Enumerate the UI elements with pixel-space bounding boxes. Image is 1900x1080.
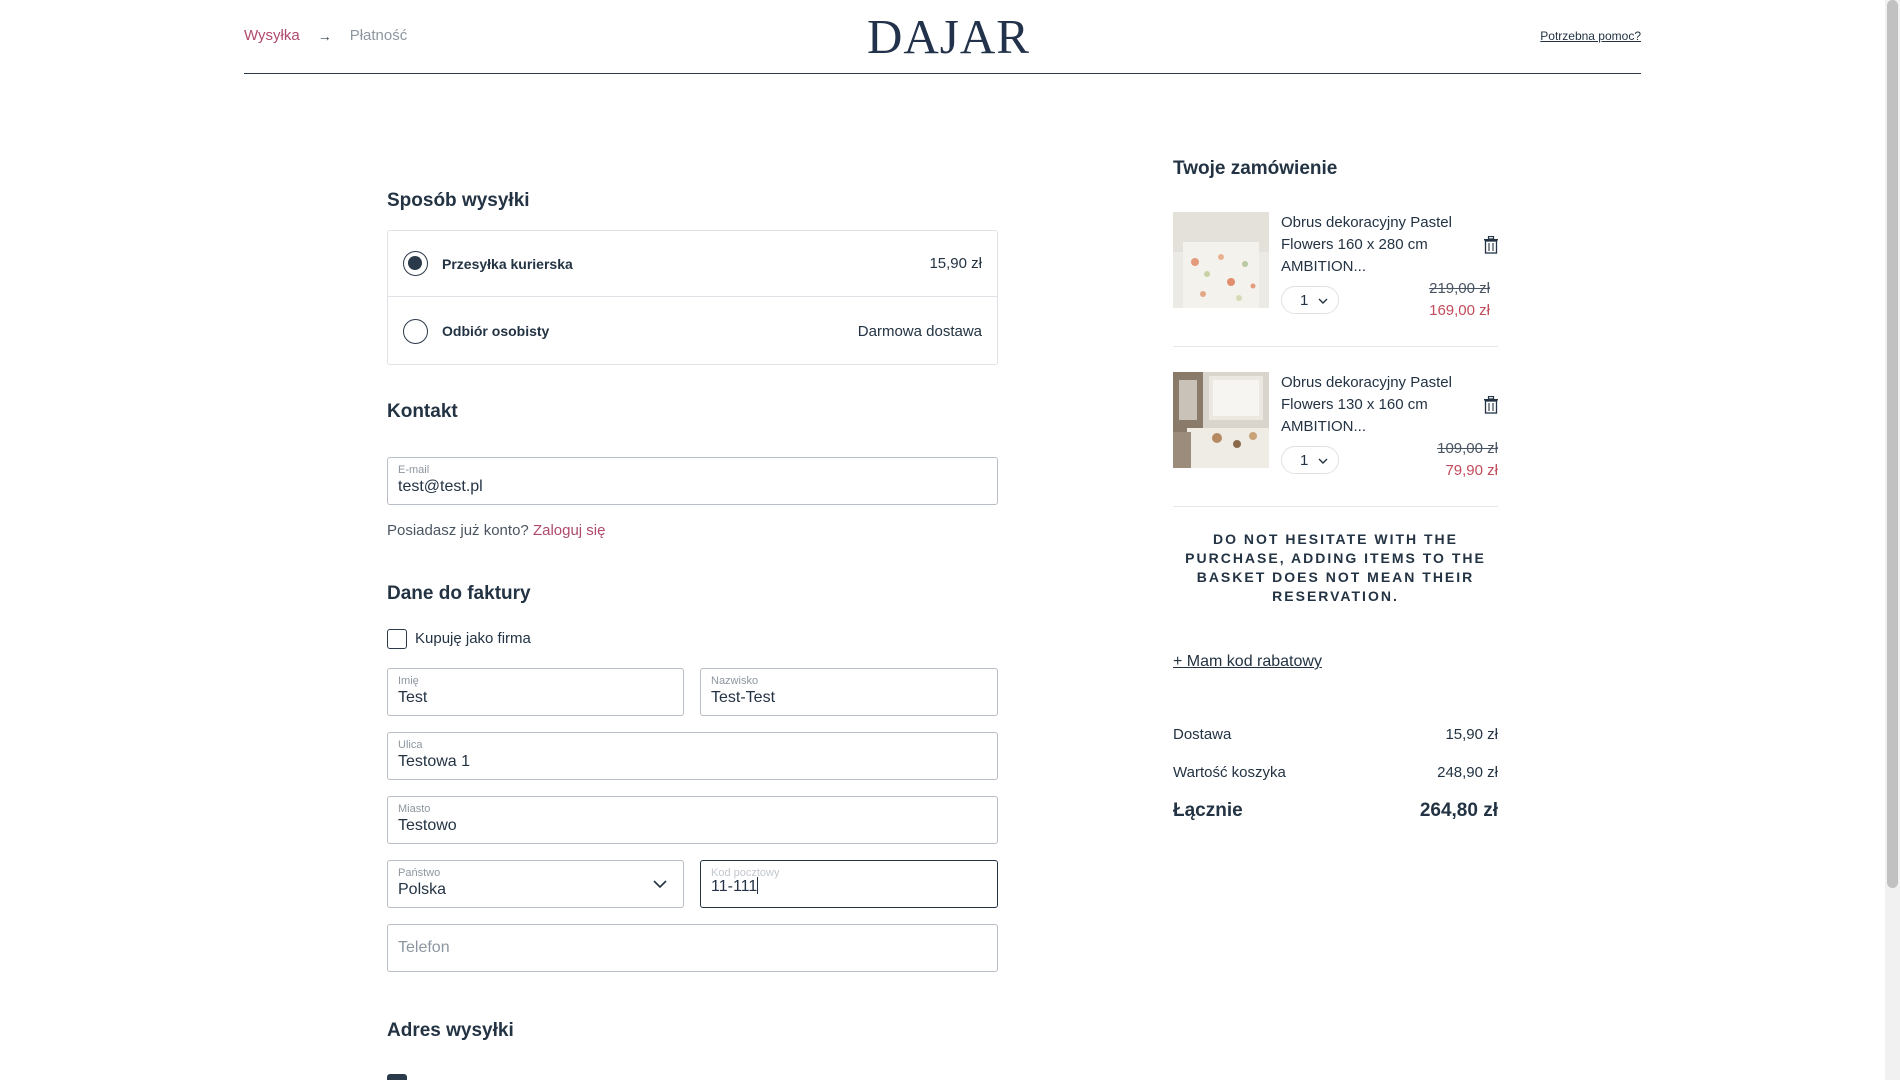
email-value: test@test.pl [398, 478, 483, 495]
street-field[interactable]: Ulica Testowa 1 [387, 732, 998, 780]
first-name-field[interactable]: Imię Test [387, 668, 684, 716]
login-link[interactable]: Zaloguj się [533, 522, 606, 539]
product-image[interactable] [1173, 212, 1269, 308]
city-value: Testowo [398, 817, 457, 834]
shipping-option-courier[interactable]: Przesyłka kurierska 15,90 zł [388, 231, 997, 297]
arrow-right-icon: → [317, 27, 332, 44]
country-value: Polska [398, 881, 447, 898]
delivery-label: Dostawa [1173, 726, 1232, 743]
quantity-value: 1 [1300, 452, 1309, 469]
shipping-method-title: Sposób wysyłki [387, 190, 530, 211]
shipping-options: Przesyłka kurierska 15,90 zł Odbiór osob… [387, 230, 998, 365]
quantity-value: 1 [1300, 292, 1309, 309]
divider [1173, 346, 1498, 347]
header: Wysyłka → Płatność DAJAR Potrzebna pomoc… [244, 0, 1641, 74]
cart-value-label: Wartość koszyka [1173, 764, 1286, 781]
product-image[interactable] [1173, 372, 1269, 468]
street-label: Ulica [398, 739, 423, 751]
first-name-label: Imię [398, 675, 419, 687]
shipping-option-label: Odbiór osobisty [442, 323, 550, 339]
old-price: 219,00 zł [1429, 280, 1490, 297]
discount-code-link[interactable]: + Mam kod rabatowy [1173, 653, 1322, 671]
radio-selected[interactable] [403, 251, 428, 276]
cart-item: Obrus dekoracyjny Pastel Flowers 130 x 1… [1173, 372, 1498, 482]
cart-value-row: Wartość koszyka 248,90 zł [1173, 764, 1498, 781]
postal-code-value: 11-111 [711, 877, 759, 895]
scrollbar-thumb[interactable] [1887, 0, 1898, 888]
product-name[interactable]: Obrus dekoracyjny Pastel Flowers 160 x 2… [1281, 212, 1471, 278]
logo[interactable]: DAJAR [867, 8, 1030, 65]
last-name-value: Test-Test [711, 689, 776, 706]
quantity-select[interactable]: 1 [1281, 286, 1339, 314]
contact-title: Kontakt [387, 401, 458, 422]
chevron-down-icon [653, 880, 667, 889]
delivery-value: 15,90 zł [1445, 726, 1498, 743]
country-select[interactable]: Państwo Polska [387, 860, 684, 908]
order-title: Twoje zamówienie [1173, 158, 1338, 179]
city-label: Miasto [398, 803, 431, 815]
cart-value: 248,90 zł [1437, 764, 1498, 781]
scrollbar[interactable] [1885, 0, 1900, 1080]
company-checkbox[interactable] [387, 629, 407, 649]
postal-code-field[interactable]: Kod pocztowy 11-111 [700, 860, 998, 908]
reservation-notice: DO NOT HESITATE WITH THE PURCHASE, ADDIN… [1185, 531, 1486, 604]
quantity-select[interactable]: 1 [1281, 446, 1339, 474]
account-prompt: Posiadasz już konto? Zaloguj się [387, 522, 605, 539]
last-name-label: Nazwisko [711, 675, 759, 687]
phone-placeholder: Telefon [398, 939, 450, 956]
total-row: Łącznie 264,80 zł [1173, 800, 1498, 822]
total-label: Łącznie [1173, 800, 1243, 821]
first-name-value: Test [398, 689, 428, 706]
sale-price: 79,90 zł [1445, 462, 1498, 479]
street-value: Testowa 1 [398, 753, 471, 770]
breadcrumb-shipping[interactable]: Wysyłka [244, 27, 300, 44]
radio-unselected[interactable] [403, 318, 428, 344]
help-link[interactable]: Potrzebna pomoc? [1540, 29, 1641, 43]
divider [1173, 506, 1498, 507]
phone-field[interactable]: Telefon [387, 924, 998, 972]
city-field[interactable]: Miasto Testowo [387, 796, 998, 844]
account-text: Posiadasz już konto? [387, 522, 529, 539]
email-field[interactable]: E-mail test@test.pl [387, 457, 998, 505]
shipping-option-pickup[interactable]: Odbiór osobisty Darmowa dostawa [388, 298, 997, 364]
country-label: Państwo [398, 867, 441, 879]
breadcrumb: Wysyłka → Płatność [244, 27, 407, 44]
breadcrumb-payment: Płatność [349, 27, 408, 44]
total-value: 264,80 zł [1419, 800, 1498, 821]
chevron-down-icon [1318, 298, 1328, 304]
shipping-option-price: 15,90 zł [929, 255, 982, 272]
shipping-option-price: Darmowa dostawa [857, 322, 982, 340]
same-address-checkbox[interactable] [387, 1074, 407, 1080]
cart-item: Obrus dekoracyjny Pastel Flowers 160 x 2… [1173, 212, 1498, 322]
trash-icon[interactable] [1483, 396, 1499, 414]
delivery-row: Dostawa 15,90 zł [1173, 726, 1498, 743]
old-price: 109,00 zł [1437, 440, 1498, 457]
shipping-option-label: Przesyłka kurierska [442, 255, 573, 272]
invoice-title: Dane do faktury [387, 583, 531, 604]
product-name[interactable]: Obrus dekoracyjny Pastel Flowers 130 x 1… [1281, 372, 1471, 438]
chevron-down-icon [1318, 458, 1328, 464]
last-name-field[interactable]: Nazwisko Test-Test [700, 668, 998, 716]
email-label: E-mail [398, 464, 430, 476]
company-checkbox-label: Kupuję jako firma [415, 630, 531, 647]
sale-price: 169,00 zł [1429, 302, 1490, 319]
delivery-address-title: Adres wysyłki [387, 1020, 514, 1041]
trash-icon[interactable] [1483, 236, 1499, 254]
